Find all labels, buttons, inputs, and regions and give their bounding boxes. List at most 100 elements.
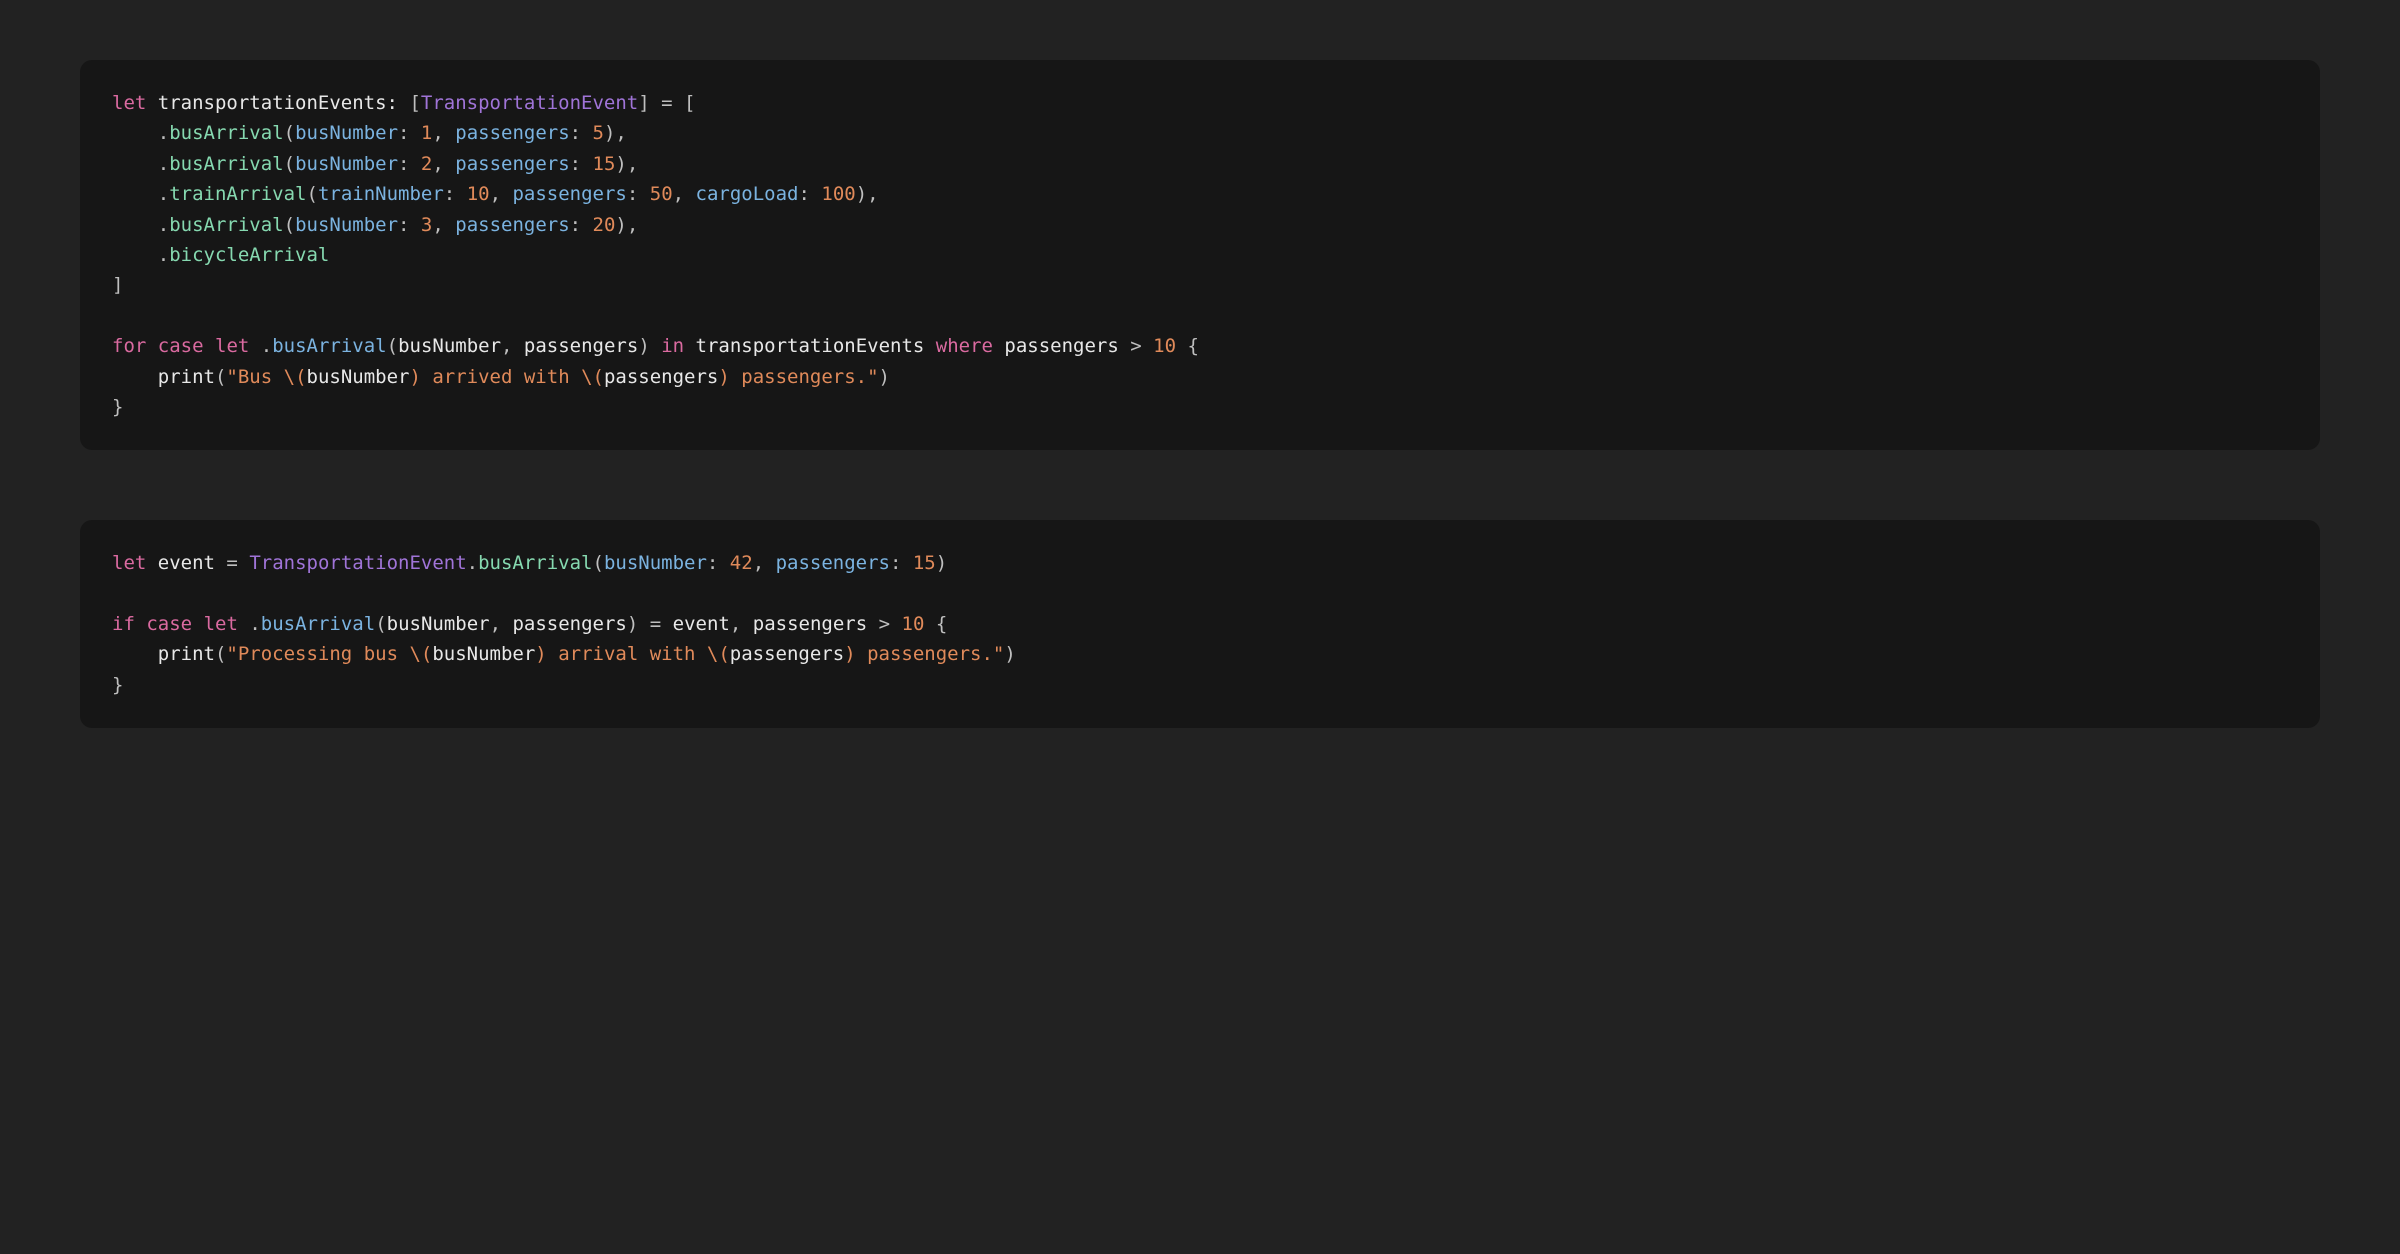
code-token: arrived with [421,366,581,388]
code-token: : [798,183,821,205]
code-token: 2 [421,153,432,175]
code-token: TransportationEvent [421,92,638,114]
code-token: print [158,643,215,665]
code-token: , [490,183,513,205]
code-block-if-case-let-event: let event = TransportationEvent.busArriv… [80,520,2320,728]
code-token: let [215,335,249,357]
code-token: = [661,92,672,114]
code-token [192,613,203,635]
code-token: passengers [512,183,626,205]
code-token: busNumber [604,552,707,574]
code-snippets-container: let transportationEvents: [ Transportatio… [80,60,2320,728]
code-token [112,643,158,665]
code-token [924,613,935,635]
code-token: : [398,214,421,236]
code-token: : [570,214,593,236]
code-token: . [249,613,260,635]
code-token: ), [615,153,638,175]
code-token: ( [284,122,295,144]
code-token: busNumber [387,613,490,635]
code-token: busNumber [295,153,398,175]
code-token: > [879,613,890,635]
code-token [112,244,158,266]
code-token: ] [112,274,123,296]
code-token: = [650,613,661,635]
code-token: . [261,335,272,357]
code-block-transportation-events-array: let transportationEvents: [ Transportatio… [80,60,2320,450]
code-token: ), [856,183,879,205]
code-token: passengers [524,335,638,357]
code-token: \( [409,643,432,665]
code-token: ) [844,643,855,665]
code-token: [ [684,92,695,114]
code-token: arrival with [547,643,707,665]
code-token: 10 [902,613,925,635]
code-token: if [112,613,135,635]
code-token: 10 [1153,335,1176,357]
code-token: . [158,244,169,266]
code-token [204,335,215,357]
code-token: ( [284,214,295,236]
code-token: trainNumber [318,183,444,205]
code-token: passengers [730,643,844,665]
code-token: 15 [593,153,616,175]
code-token: passengers [455,214,569,236]
code-token: ( [593,552,604,574]
code-token: : [398,122,421,144]
code-token: ) [627,613,638,635]
code-token: ) [718,366,729,388]
code-token: , [501,335,524,357]
code-token: 100 [821,183,855,205]
code-token: "Processing bus [226,643,409,665]
code-token [890,613,901,635]
code-token [638,613,649,635]
code-token: busArrival [478,552,592,574]
code-token: passengers [512,613,626,635]
code-token: busArrival [261,613,375,635]
code-token: busArrival [169,214,283,236]
code-token: { [1188,335,1199,357]
code-token: . [158,183,169,205]
code-token [112,366,158,388]
code-token: busNumber [432,643,535,665]
code-token: ] [638,92,649,114]
code-token [112,122,158,144]
code-token: let [112,92,146,114]
code-token: ( [307,183,318,205]
code-token: cargoLoad [696,183,799,205]
code-token: ( [284,153,295,175]
code-token: : [627,183,650,205]
code-token: , [730,613,753,635]
code-token: passengers [753,613,879,635]
code-token: transportationEvents [684,335,936,357]
code-token: = [226,552,237,574]
code-token: busArrival [169,153,283,175]
code-token: : [570,122,593,144]
code-token: case [158,335,204,357]
code-token: ) [1004,643,1015,665]
code-token: 42 [730,552,753,574]
code-token: , [432,214,455,236]
code-token: ) [936,552,947,574]
code-token: 10 [467,183,490,205]
code-token: ( [215,366,226,388]
code-token: , [490,613,513,635]
code-token [112,214,158,236]
code-token: busNumber [295,214,398,236]
code-token: ) [879,366,890,388]
code-token: passengers." [730,366,879,388]
code-token: busNumber [398,335,501,357]
code-token [135,613,146,635]
code-token: : [570,153,593,175]
code-token: trainArrival [169,183,306,205]
code-token: event [146,552,226,574]
code-token: ), [615,214,638,236]
code-token: passengers [993,335,1130,357]
code-token: ), [604,122,627,144]
code-token: passengers [455,122,569,144]
code-token [673,92,684,114]
code-token: passengers [604,366,718,388]
code-token [146,335,157,357]
code-token: TransportationEvent [249,552,466,574]
code-token: , [673,183,696,205]
